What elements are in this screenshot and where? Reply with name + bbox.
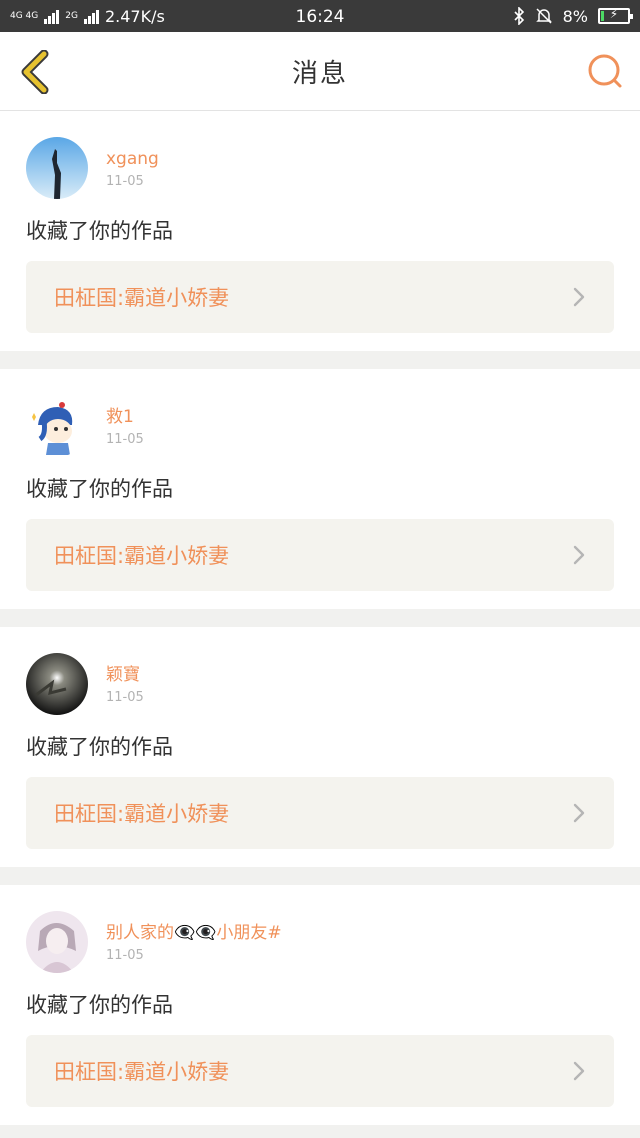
chevron-right-icon <box>573 287 585 307</box>
status-time: 16:24 <box>295 7 345 27</box>
user-name[interactable]: 别人家的👁‍🗨👁‍🗨小朋友# <box>106 922 282 944</box>
chevron-right-icon <box>573 545 585 565</box>
action-text: 收藏了你的作品 <box>26 735 173 759</box>
work-link[interactable]: 田柾国:霸道小娇妻 <box>26 1035 614 1107</box>
battery-charging-icon: ⚡ <box>598 7 633 24</box>
avatar[interactable] <box>26 137 88 199</box>
user-row[interactable]: 颖寶 11-05 <box>26 653 614 715</box>
user-name[interactable]: xgang <box>106 148 159 170</box>
work-title: 田柾国:霸道小娇妻 <box>54 544 230 568</box>
user-row[interactable]: 救1 11-05 <box>26 395 614 457</box>
chevron-right-icon <box>573 803 585 823</box>
message-card: xgang 11-05 收藏了你的作品 田柾国:霸道小娇妻 <box>0 111 640 351</box>
chevron-left-icon[interactable] <box>16 50 52 94</box>
message-date: 11-05 <box>106 431 144 447</box>
avatar[interactable] <box>26 911 88 973</box>
user-row[interactable]: 别人家的👁‍🗨👁‍🗨小朋友# 11-05 <box>26 911 614 973</box>
status-bar: 4G 4G 2G 2.47K/s 16:24 8% ⚡ <box>0 0 640 32</box>
message-date: 11-05 <box>106 689 144 705</box>
action-text: 收藏了你的作品 <box>26 993 173 1017</box>
user-name[interactable]: 颖寶 <box>106 664 144 686</box>
search-icon[interactable] <box>586 52 624 90</box>
avatar[interactable] <box>26 653 88 715</box>
user-info: 别人家的👁‍🗨👁‍🗨小朋友# 11-05 <box>106 922 282 963</box>
header: 消息 <box>0 32 640 111</box>
work-title: 田柾国:霸道小娇妻 <box>54 1060 230 1084</box>
work-title: 田柾国:霸道小娇妻 <box>54 802 230 826</box>
user-info: xgang 11-05 <box>106 148 159 189</box>
user-name[interactable]: 救1 <box>106 406 144 428</box>
avatar[interactable] <box>26 395 88 457</box>
message-card: 别人家的👁‍🗨👁‍🗨小朋友# 11-05 收藏了你的作品 田柾国:霸道小娇妻 <box>0 885 640 1125</box>
message-date: 11-05 <box>106 173 144 189</box>
message-list: xgang 11-05 收藏了你的作品 田柾国:霸道小娇妻 救1 11-05 收… <box>0 111 640 1125</box>
message-date: 11-05 <box>106 947 144 963</box>
user-row[interactable]: xgang 11-05 <box>26 137 614 199</box>
chevron-right-icon <box>573 1061 585 1081</box>
work-link[interactable]: 田柾国:霸道小娇妻 <box>26 777 614 849</box>
message-card: 救1 11-05 收藏了你的作品 田柾国:霸道小娇妻 <box>0 369 640 609</box>
work-link[interactable]: 田柾国:霸道小娇妻 <box>26 261 614 333</box>
message-card: 颖寶 11-05 收藏了你的作品 田柾国:霸道小娇妻 <box>0 627 640 867</box>
page-title: 消息 <box>291 58 348 89</box>
user-info: 救1 11-05 <box>106 406 144 447</box>
action-text: 收藏了你的作品 <box>26 477 173 501</box>
user-info: 颖寶 11-05 <box>106 664 144 705</box>
work-title: 田柾国:霸道小娇妻 <box>54 286 230 310</box>
action-text: 收藏了你的作品 <box>26 219 173 243</box>
work-link[interactable]: 田柾国:霸道小娇妻 <box>26 519 614 591</box>
